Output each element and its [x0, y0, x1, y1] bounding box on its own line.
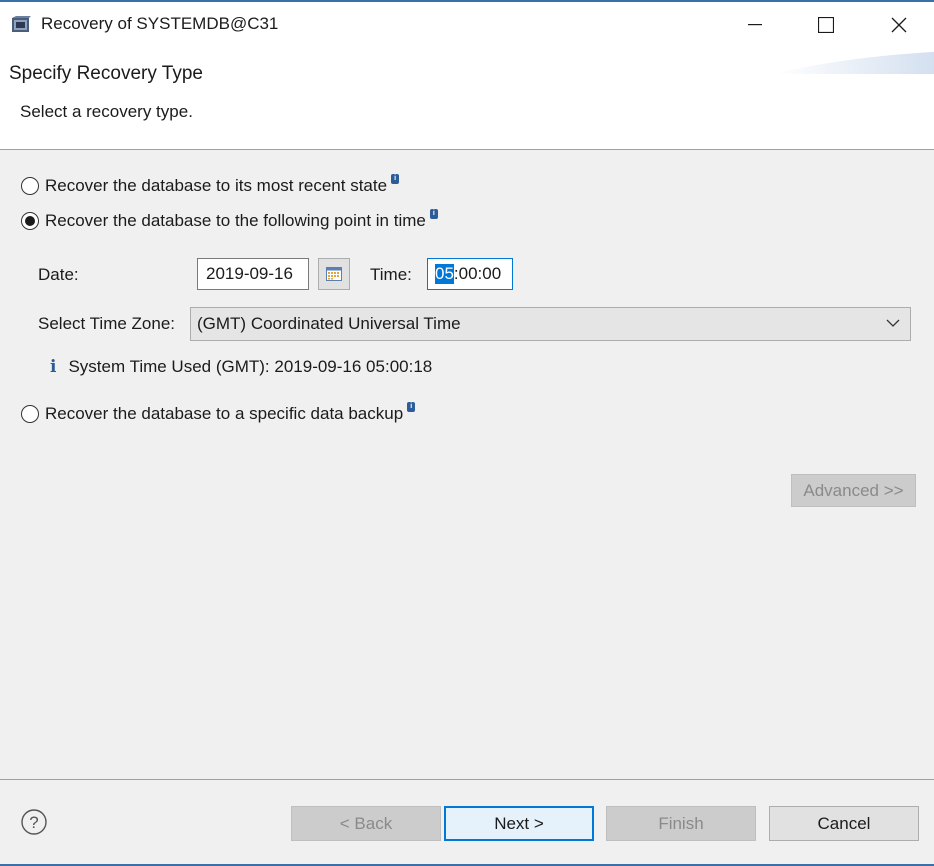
next-button[interactable]: Next >	[444, 806, 594, 841]
time-rest: :00:00	[453, 264, 502, 283]
page-subtitle: Select a recovery type.	[20, 102, 193, 121]
radio-selected-dot	[25, 216, 35, 226]
radio-button[interactable]	[21, 177, 39, 195]
radio-point-in-time[interactable]: Recover the database to the following po…	[21, 209, 438, 231]
date-field[interactable]: 2019-09-16	[197, 258, 309, 290]
calendar-icon	[326, 267, 342, 281]
svg-text:?: ?	[29, 813, 38, 832]
time-label: Time:	[370, 265, 412, 284]
page-title: Specify Recovery Type	[9, 63, 203, 84]
info-icon[interactable]: i	[391, 174, 400, 184]
info-icon: i	[50, 357, 57, 377]
minimize-icon	[748, 24, 762, 26]
maximize-icon	[818, 17, 834, 33]
info-icon[interactable]: i	[429, 209, 438, 219]
time-field[interactable]: 05:00:00	[427, 258, 513, 290]
timezone-value: (GMT) Coordinated Universal Time	[197, 314, 461, 333]
footer-separator	[0, 779, 934, 780]
cancel-button[interactable]: Cancel	[769, 806, 919, 841]
calendar-button[interactable]	[318, 258, 350, 290]
header-banner: Specify Recovery Type Select a recovery …	[0, 50, 934, 150]
recovery-dialog: Recovery of SYSTEMDB@C31 Specify Recover…	[0, 0, 934, 866]
maximize-button[interactable]	[791, 0, 861, 50]
window-title: Recovery of SYSTEMDB@C31	[41, 14, 279, 33]
info-icon[interactable]: i	[407, 402, 416, 412]
radio-most-recent-state[interactable]: Recover the database to its most recent …	[21, 174, 400, 196]
close-button[interactable]	[864, 0, 934, 50]
radio-button[interactable]	[21, 405, 39, 423]
app-icon	[12, 16, 31, 32]
timezone-select[interactable]: (GMT) Coordinated Universal Time	[190, 307, 911, 341]
help-icon[interactable]: ?	[21, 809, 47, 835]
back-button[interactable]: < Back	[291, 806, 441, 841]
radio-label: Recover the database to its most recent …	[45, 176, 388, 195]
title-bar: Recovery of SYSTEMDB@C31	[0, 0, 934, 50]
radio-label: Recover the database to a specific data …	[45, 404, 404, 423]
radio-specific-data-backup[interactable]: Recover the database to a specific data …	[21, 402, 416, 424]
system-time-text: System Time Used (GMT): 2019-09-16 05:00…	[68, 357, 433, 376]
minimize-button[interactable]	[720, 0, 790, 50]
banner-decoration	[774, 51, 934, 74]
time-hour-selected: 05	[435, 264, 454, 284]
finish-button[interactable]: Finish	[606, 806, 756, 841]
date-label: Date:	[38, 265, 79, 284]
timezone-label: Select Time Zone:	[38, 314, 176, 333]
radio-label: Recover the database to the following po…	[45, 211, 426, 230]
date-value: 2019-09-16	[206, 264, 293, 283]
system-time-info: i System Time Used (GMT): 2019-09-16 05:…	[50, 357, 432, 377]
advanced-button[interactable]: Advanced >>	[791, 474, 916, 507]
chevron-down-icon	[886, 319, 900, 327]
radio-button[interactable]	[21, 212, 39, 230]
close-icon	[891, 17, 907, 33]
